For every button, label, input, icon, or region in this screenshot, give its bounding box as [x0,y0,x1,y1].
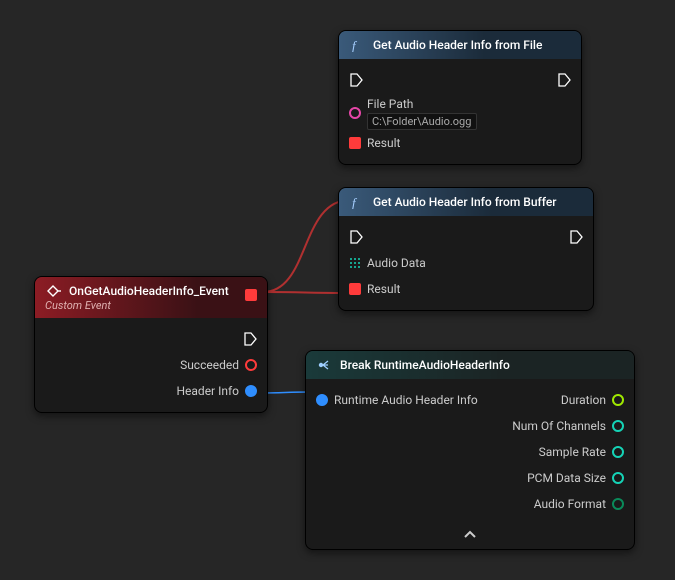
pcmsize-pin[interactable] [612,472,624,484]
svg-text:f: f [352,195,358,209]
node-header: f Get Audio Header Info from File [339,31,581,59]
node-get-audio-header-info-from-buffer[interactable]: f Get Audio Header Info from Buffer [338,187,594,311]
node-break-runtimeaudioheaderinfo[interactable]: Break RuntimeAudioHeaderInfo Runtime Aud… [305,350,635,550]
node-subtitle: Custom Event [45,299,111,312]
output-label-samplerate: Sample Rate [539,445,606,459]
duration-pin[interactable] [612,394,624,406]
output-label-pcmsize: PCM Data Size [527,471,606,485]
node-title: Get Audio Header Info from File [373,38,542,52]
samplerate-pin[interactable] [612,446,624,458]
exec-out-pin[interactable] [243,332,257,346]
filepath-pin[interactable] [349,107,361,119]
result-pin[interactable] [349,283,361,295]
exec-in-pin[interactable] [349,73,363,87]
function-icon: f [349,194,365,210]
exec-out-pin[interactable] [557,73,571,87]
output-label-format: Audio Format [534,497,606,511]
input-label-result: Result [367,136,400,150]
blueprint-canvas[interactable]: OnGetAudioHeaderInfo_Event Custom Event … [0,0,675,580]
node-title: OnGetAudioHeaderInfo_Event [69,284,229,298]
input-label-filepath: File Path [367,97,477,111]
event-icon [45,283,61,299]
delegate-pin[interactable] [245,289,257,301]
filepath-input[interactable]: C:\Folder\Audio.ogg [367,113,477,130]
exec-in-pin[interactable] [349,230,363,244]
exec-out-pin[interactable] [569,230,583,244]
function-icon: f [349,37,365,53]
node-title: Break RuntimeAudioHeaderInfo [340,358,510,372]
expand-chevron-icon[interactable] [306,525,634,549]
output-label-duration: Duration [561,393,606,407]
result-pin[interactable] [349,137,361,149]
headerinfo-pin[interactable] [245,385,257,397]
input-label-result: Result [367,282,400,296]
node-get-audio-header-info-from-file[interactable]: f Get Audio Header Info from File [338,30,582,165]
break-struct-icon [316,357,332,373]
format-pin[interactable] [612,498,624,510]
node-ongetaudioheaderinfo-event[interactable]: OnGetAudioHeaderInfo_Event Custom Event … [34,276,268,413]
node-header: f Get Audio Header Info from Buffer [339,188,593,216]
audiodata-pin[interactable] [349,257,361,269]
node-header: Break RuntimeAudioHeaderInfo [306,351,634,379]
node-title: Get Audio Header Info from Buffer [373,195,557,209]
channels-pin[interactable] [612,420,624,432]
output-label-succeeded: Succeeded [180,358,239,372]
node-header: OnGetAudioHeaderInfo_Event Custom Event [35,277,267,318]
runtime-audio-header-info-pin[interactable] [316,394,328,406]
succeeded-pin[interactable] [245,359,257,371]
output-label-channels: Num Of Channels [512,419,606,433]
input-label-rahi: Runtime Audio Header Info [334,393,478,407]
svg-text:f: f [352,38,358,52]
output-label-headerinfo: Header Info [176,384,239,398]
input-label-audiodata: Audio Data [367,256,426,270]
